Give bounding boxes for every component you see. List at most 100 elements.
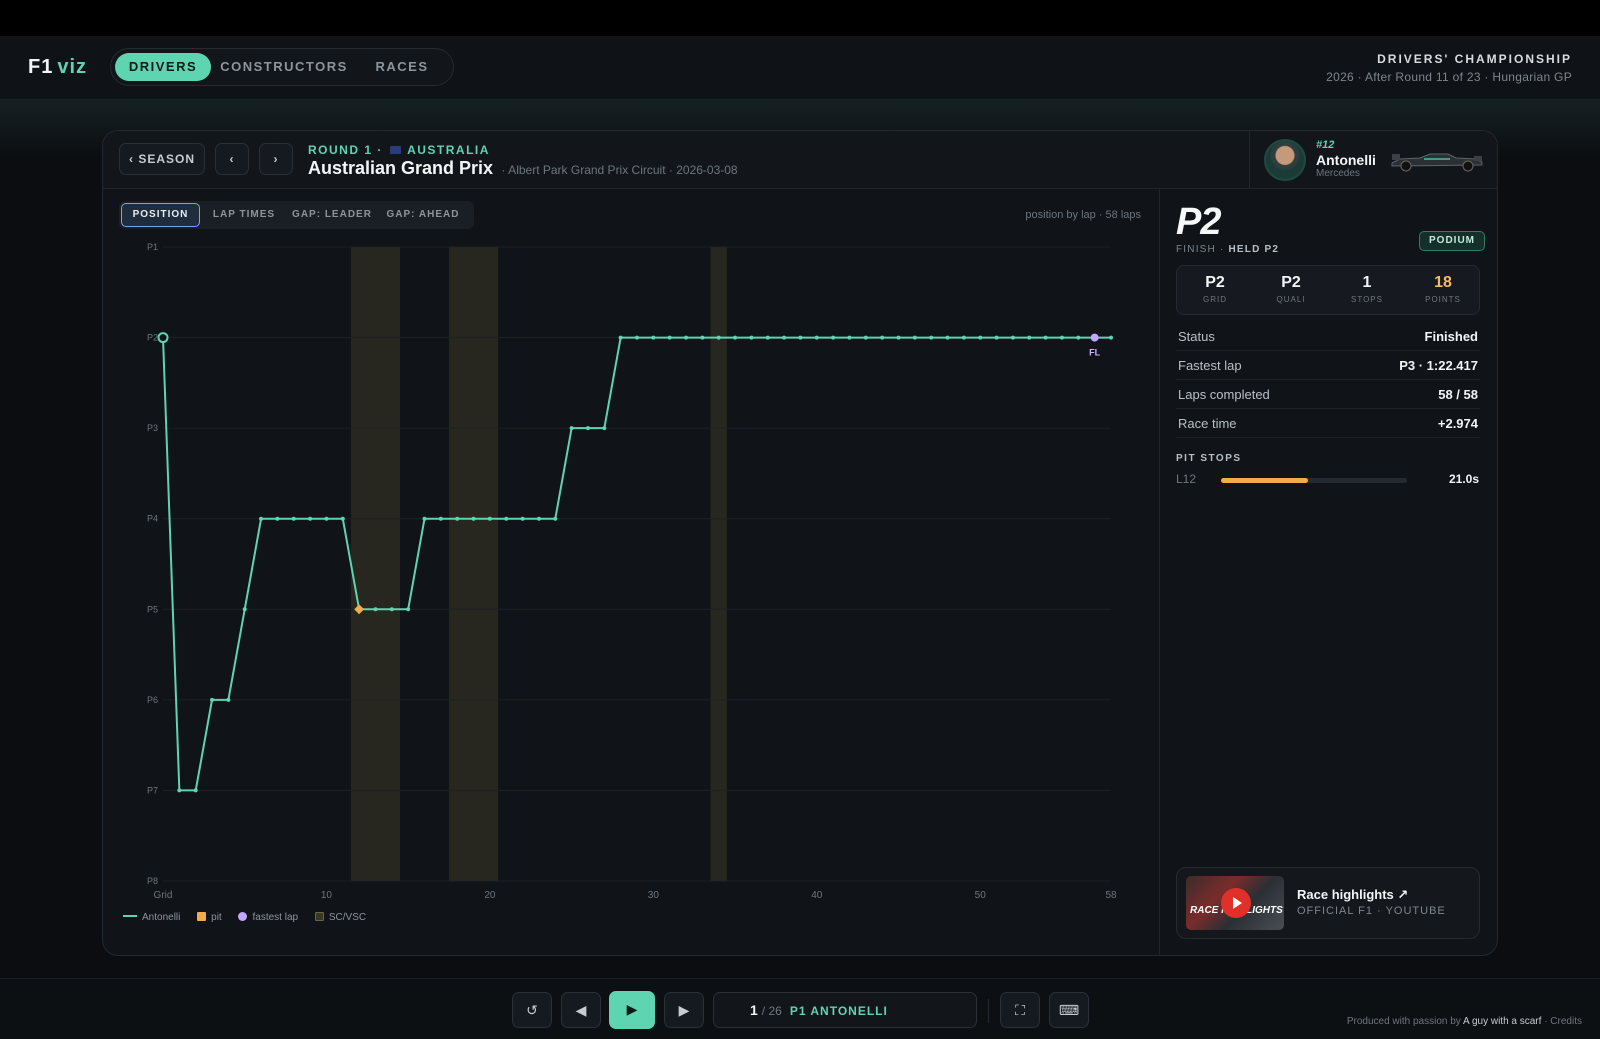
chart-legend: Antonelli pit fastest lap SC/VSC <box>123 912 380 923</box>
driver-name: Antonelli <box>1316 152 1376 168</box>
step-forward-button[interactable]: ▶ <box>664 992 704 1028</box>
lap-point <box>1010 335 1015 340</box>
y-tick-p7: P7 <box>147 785 158 795</box>
lap-point <box>618 335 623 340</box>
lap-point <box>553 516 558 521</box>
app-logo[interactable]: F1 viz <box>28 56 87 79</box>
restart-button[interactable]: ↺ <box>512 992 552 1028</box>
lap-point <box>798 335 803 340</box>
main-nav: DRIVERS CONSTRUCTORS RACES <box>110 48 454 86</box>
stat-stops-value: 1 <box>1362 274 1372 291</box>
driver-header[interactable]: #12 Antonelli Mercedes <box>1249 131 1497 189</box>
lap-point <box>602 426 607 431</box>
lap-point <box>831 335 836 340</box>
race-title: Australian Grand Prix · Albert Park Gran… <box>308 158 738 179</box>
lap-point <box>733 335 738 340</box>
lap-point <box>340 516 345 521</box>
legend-sc-swatch <box>314 912 324 921</box>
stat-points: 18 POINTS <box>1405 274 1481 304</box>
y-tick-p2: P2 <box>147 333 158 343</box>
prev-race-button[interactable]: ‹ <box>215 143 249 175</box>
lap-point <box>716 335 721 340</box>
play-button[interactable]: ▶ <box>609 991 655 1029</box>
step-forward-icon: ▶ <box>678 1002 690 1018</box>
car-icon <box>1391 153 1483 172</box>
tab-gap-leader[interactable]: GAP: LEADER <box>287 203 377 227</box>
fullscreen-icon: ⛶ <box>1015 1002 1025 1018</box>
stat-quali-value: P2 <box>1281 274 1301 291</box>
lap-point <box>1043 335 1048 340</box>
stat-stops-label: STOPS <box>1351 295 1383 304</box>
credits-link[interactable]: · Credits <box>1544 1016 1582 1027</box>
stat-stops: 1 STOPS <box>1329 274 1405 304</box>
pit-stop-bar <box>1221 478 1407 483</box>
lap-point <box>1076 335 1081 340</box>
finish-position: P2 <box>1176 201 1221 243</box>
lap-point <box>193 788 198 793</box>
window-top-bar <box>0 0 1600 36</box>
tab-gap-ahead[interactable]: GAP: AHEAD <box>380 203 466 227</box>
race-highlights-card[interactable]: RACE HIGHLIGHTS Race highlights ↗ OFFICI… <box>1176 867 1480 939</box>
position-chart[interactable]: P1 P2 P3 P4 P5 P6 P7 P8 Grid 10 20 30 40 50 58 FL <box>103 231 1153 907</box>
highlights-thumbnail: RACE HIGHLIGHTS <box>1186 876 1284 930</box>
logo-f1: F1 <box>28 56 54 78</box>
fullscreen-button[interactable]: ⛶ <box>1000 992 1040 1028</box>
nav-tab-constructors[interactable]: CONSTRUCTORS <box>219 53 349 81</box>
next-race-button[interactable]: › <box>259 143 293 175</box>
tab-position[interactable]: POSITION <box>121 203 200 227</box>
x-tick-50: 50 <box>975 890 987 901</box>
legend-pit-label: pit <box>211 912 222 923</box>
championship-title: DRIVERS' CHAMPIONSHIP <box>1377 52 1572 66</box>
playback-bar: ↺ ◀ ▶ ▶ 1/ 26 P1 ANTONELLI ⛶ ⌨ Produced w… <box>0 978 1600 1039</box>
legend-fastest: fastest lap <box>238 912 298 923</box>
legend-sc-label: SC/VSC <box>328 912 367 923</box>
info-fastest-key: Fastest lap <box>1178 358 1242 373</box>
info-status-key: Status <box>1178 329 1215 344</box>
round-scrubber[interactable]: 1/ 26 P1 ANTONELLI <box>713 992 977 1028</box>
lap-point <box>291 516 296 521</box>
legend-fastest-label: fastest lap <box>252 912 299 923</box>
info-laps-key: Laps completed <box>1178 387 1270 402</box>
series-line-antonelli <box>162 336 1111 792</box>
y-tick-p8: P8 <box>147 876 158 886</box>
lap-point <box>863 335 868 340</box>
lap-point <box>635 335 639 340</box>
lap-point <box>520 516 525 521</box>
lap-point <box>667 335 672 340</box>
keyboard-shortcuts-button[interactable]: ⌨ <box>1049 992 1089 1028</box>
lap-point <box>651 335 656 340</box>
nav-tab-drivers[interactable]: DRIVERS <box>115 53 211 81</box>
legend-fastest-swatch <box>238 912 248 921</box>
lap-point <box>275 516 280 521</box>
step-back-button[interactable]: ◀ <box>561 992 601 1028</box>
lap-point <box>455 516 460 521</box>
legend-driver-label: Antonelli <box>142 912 181 923</box>
lap-point <box>765 335 770 340</box>
credits-author[interactable]: A guy with a scarf <box>1463 1016 1541 1027</box>
lap-point <box>242 607 247 612</box>
tab-lap-times[interactable]: LAP TIMES <box>204 203 284 227</box>
season-back-button[interactable]: ‹ SEASON <box>119 143 205 175</box>
lap-point <box>373 607 378 612</box>
stat-grid: P2 GRID <box>1177 274 1253 304</box>
lap-point <box>259 516 264 521</box>
lap-point <box>177 788 182 793</box>
y-tick-p5: P5 <box>147 604 158 614</box>
lap-point <box>1109 335 1113 340</box>
info-row-status: Status Finished <box>1176 322 1480 351</box>
nav-tab-races[interactable]: RACES <box>363 53 441 81</box>
lap-point <box>536 516 541 521</box>
lap-point <box>749 335 754 340</box>
race-card: ‹ SEASON ‹ › ROUND 1 · AUSTRALIA Austral… <box>102 130 1498 956</box>
round-label: ROUND 1 · AUSTRALIA <box>308 143 490 157</box>
info-row-fastest-lap: Fastest lap P3 · 1:22.417 <box>1176 351 1480 380</box>
x-tick-30: 30 <box>648 890 660 901</box>
credits-prefix: Produced with passion by <box>1346 1016 1461 1027</box>
lap-point <box>978 335 983 340</box>
keyboard-icon: ⌨ <box>1058 1002 1080 1018</box>
pit-stops-title: PIT STOPS <box>1176 453 1242 464</box>
lap-point <box>945 335 950 340</box>
stat-grid-value: P2 <box>1205 274 1225 291</box>
lap-point <box>585 426 590 431</box>
credits: Produced with passion by A guy with a sc… <box>1347 1016 1582 1027</box>
